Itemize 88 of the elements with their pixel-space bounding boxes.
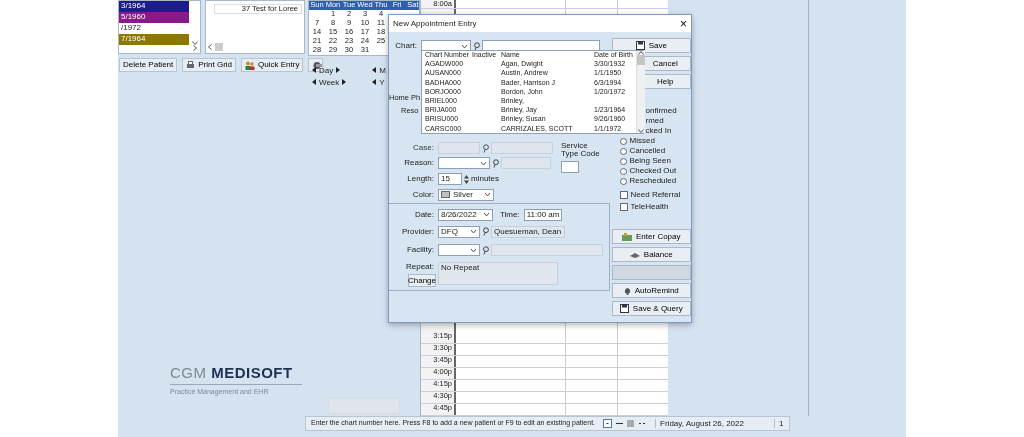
field-label: Date: — [413, 209, 435, 220]
window-title: New Appointment Entry — [393, 18, 477, 29]
search-icon[interactable] — [492, 158, 499, 168]
radio-button[interactable] — [619, 177, 627, 185]
floppy-icon — [619, 304, 629, 313]
length-field[interactable]: 15 — [438, 173, 462, 185]
status-label: rmed — [645, 116, 664, 126]
toolbar-button[interactable]: Delete Patient — [119, 58, 178, 72]
nav-label: M — [379, 65, 386, 75]
patient-row[interactable]: 5/1960 — [119, 12, 189, 23]
caret-icon[interactable] — [470, 229, 477, 234]
caret-icon[interactable] — [461, 43, 468, 49]
field-label: Repeat: — [404, 262, 435, 272]
repeat-field: No Repeat — [438, 262, 558, 285]
caret-icon[interactable] — [480, 160, 487, 166]
checkbox[interactable] — [619, 191, 628, 199]
search-icon[interactable] — [473, 41, 480, 51]
search-icon[interactable] — [482, 245, 489, 255]
field-label: Provider: — [401, 226, 435, 237]
close-button[interactable]: × — [680, 17, 687, 30]
status-label: Missed — [629, 136, 655, 146]
time-field[interactable]: 11:00 am — [523, 208, 562, 221]
people-icon — [245, 60, 256, 70]
field-label: Reason: — [403, 158, 435, 168]
checkbox[interactable] — [619, 203, 628, 211]
toolbar-button[interactable]: Quick Entry — [241, 58, 304, 72]
scale-icon — [629, 251, 640, 258]
reason-description — [501, 157, 551, 169]
bell-icon — [623, 286, 631, 295]
status-label: cked In — [645, 126, 672, 136]
field-label: Chart: — [394, 41, 418, 51]
color-swatch-icon — [441, 191, 450, 198]
checkbox-label: Need Referral — [630, 190, 681, 200]
cash-icon — [622, 232, 633, 241]
scrollbar-thumb[interactable] — [637, 55, 645, 65]
status-label: onfirmed — [645, 106, 677, 116]
provider-field[interactable]: DFQ — [438, 225, 480, 238]
spinner-icon[interactable] — [464, 173, 469, 185]
toolbar-button[interactable]: Print Grid — [182, 58, 237, 72]
scrollbar-thumb[interactable] — [215, 43, 223, 51]
scroll-left-icon[interactable] — [208, 44, 212, 50]
checkbox-label: TeleHealth — [630, 202, 669, 212]
status-label: Checked Out — [629, 166, 677, 176]
save-button[interactable]: Save — [611, 38, 691, 53]
caret-icon[interactable] — [470, 247, 477, 253]
caret-icon[interactable] — [483, 212, 490, 217]
tool-icon — [312, 60, 323, 70]
field-label: Length: — [406, 174, 435, 184]
facility-field[interactable] — [438, 244, 480, 256]
field-label: Time: — [500, 209, 520, 220]
search-icon[interactable] — [482, 143, 489, 153]
scroll-right-icon[interactable] — [192, 45, 197, 51]
status-date: Friday, August 26, 2022 — [655, 418, 771, 429]
unit-label: minutes — [471, 174, 499, 184]
dialog-button[interactable]: Enter Copay — [611, 229, 691, 244]
change-button[interactable]: Change — [408, 274, 436, 288]
status-label: Being Seen — [629, 156, 671, 166]
nav-label: Y — [379, 77, 385, 87]
scroll-down-icon[interactable] — [638, 129, 644, 133]
provider-name-field: Quesueman, Dean — [491, 225, 565, 238]
reason-field[interactable] — [438, 157, 490, 169]
field-label: Facility: — [405, 245, 435, 255]
status-label: Cancelled — [629, 146, 666, 156]
logo-text: CGM MEDISOFT — [170, 363, 302, 385]
dialog-button[interactable]: AutoRemind — [611, 283, 691, 298]
status-label: Rescheduled — [629, 176, 677, 186]
radio-button[interactable] — [619, 157, 627, 165]
field-label: Case: — [412, 143, 435, 153]
nav-label: Day — [319, 65, 334, 75]
printer-icon — [186, 61, 196, 69]
save-button[interactable]: Save & Query — [611, 301, 691, 316]
scroll-down-icon[interactable] — [191, 41, 198, 45]
patient-row[interactable]: 7/1964 — [119, 34, 189, 45]
dialog-button[interactable]: Balance — [611, 247, 691, 262]
search-icon[interactable] — [482, 227, 489, 236]
radio-button[interactable] — [619, 147, 627, 155]
date-field[interactable]: 8/26/2022 — [438, 208, 493, 221]
caret-icon[interactable] — [484, 192, 491, 197]
field-label: Service Type Code — [561, 142, 601, 159]
field-label: Color: — [411, 189, 435, 200]
radio-button[interactable] — [619, 137, 627, 145]
color-field[interactable]: Silver — [438, 188, 494, 201]
scroll-up-icon[interactable] — [638, 51, 644, 55]
status-count: 1 — [774, 418, 784, 429]
radio-button[interactable] — [619, 167, 627, 175]
patient-row[interactable]: 3/1964 — [119, 1, 189, 12]
service-type-field[interactable] — [561, 160, 579, 173]
nav-label: Week — [319, 77, 340, 87]
